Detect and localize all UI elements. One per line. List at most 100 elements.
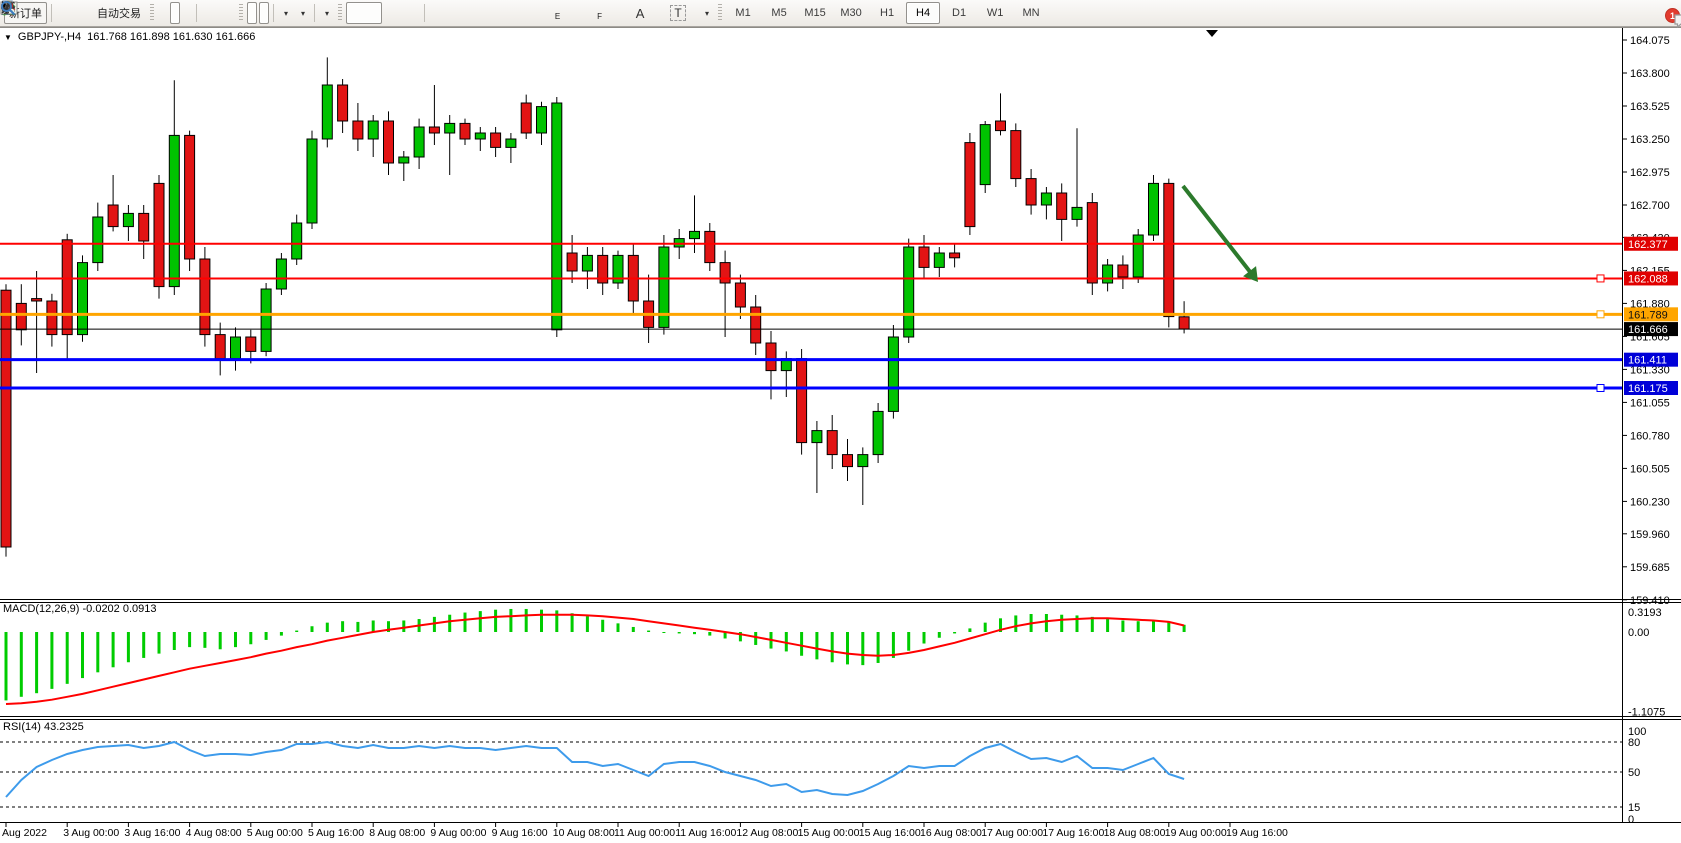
chevron-down-icon: ▾ <box>301 9 305 18</box>
toolbar-separator <box>196 4 197 22</box>
line-handle-162.088[interactable] <box>1597 275 1604 282</box>
macd-histogram-bar <box>356 622 359 632</box>
macd-histogram-bar <box>448 615 451 632</box>
candle-bear <box>751 307 761 343</box>
label-tool-button[interactable]: T <box>659 2 697 24</box>
toolbar-grip[interactable] <box>150 4 154 22</box>
time-axis-label: 16 Aug 08:00 <box>920 827 982 839</box>
autotrade-button[interactable]: 自动交易 <box>92 2 146 24</box>
timeframe-D1[interactable]: D1 <box>942 2 976 24</box>
periods-button[interactable]: ▾ <box>295 2 310 24</box>
toolbar-grip[interactable] <box>718 4 722 22</box>
candle-bear <box>154 183 164 286</box>
line-chart-button[interactable] <box>182 2 192 24</box>
time-axis-label: 10 Aug 08:00 <box>553 827 615 839</box>
zoom-out-button[interactable] <box>213 2 223 24</box>
candle-bear <box>797 359 807 443</box>
timeframe-group: M1M5M15M30H1H4D1W1MN <box>725 2 1049 24</box>
fibonacci-tool-sub-label: F <box>597 12 602 21</box>
candle-bull <box>78 263 88 335</box>
timeframe-M1[interactable]: M1 <box>726 2 760 24</box>
timeframe-M30[interactable]: M30 <box>834 2 868 24</box>
macd-name: MACD(12,26,9) <box>3 603 79 615</box>
zoom-in-button[interactable] <box>201 2 211 24</box>
crosshair-tool-button[interactable] <box>384 2 420 24</box>
rsi-value: 43.2325 <box>44 721 84 733</box>
candle-bear <box>384 121 394 163</box>
candle-bull <box>1041 193 1051 205</box>
auto-scroll-button[interactable] <box>247 2 257 24</box>
macd-histogram-bar <box>555 610 558 632</box>
candle-bull <box>307 139 317 223</box>
line-handle-161.175[interactable] <box>1597 385 1604 392</box>
indicators-button[interactable]: ▾ <box>319 2 334 24</box>
candle-bear <box>735 283 745 307</box>
timeframe-M15[interactable]: M15 <box>798 2 832 24</box>
text-tool-button[interactable]: A <box>623 2 657 24</box>
price-axis-label: 164.075 <box>1630 35 1670 47</box>
line-handle-161.789[interactable] <box>1597 311 1604 318</box>
timeframe-MN[interactable]: MN <box>1014 2 1048 24</box>
timeframe-H4[interactable]: H4 <box>906 2 940 24</box>
macd-histogram-bar <box>815 632 818 659</box>
macd-histogram-bar <box>326 623 329 632</box>
macd-values: -0.0202 0.0913 <box>82 603 156 615</box>
toolbar-grip[interactable] <box>338 4 342 22</box>
macd-histogram-bar <box>923 632 926 644</box>
arrows-tool-button[interactable]: ▾ <box>699 2 714 24</box>
candle-bear <box>1057 193 1067 219</box>
macd-histogram-bar <box>1152 620 1155 632</box>
toolbar-grip[interactable] <box>239 4 243 22</box>
macd-histogram-bar <box>693 632 696 634</box>
chart-canvas[interactable]: 164.075163.800163.525163.250162.975162.7… <box>0 0 1681 843</box>
macd-histogram-bar <box>1121 620 1124 632</box>
time-axis-label: 3 Aug 16:00 <box>124 827 180 839</box>
price-axis-label: 161.055 <box>1630 397 1670 409</box>
navigator-button[interactable] <box>68 2 78 24</box>
candle-bull <box>93 217 103 263</box>
macd-histogram-bar <box>494 610 497 632</box>
channel-tool-button[interactable]: E <box>539 2 579 24</box>
candle-bear <box>491 133 501 147</box>
horizontal-line-tool-button[interactable] <box>463 2 499 24</box>
macd-histogram-bar <box>402 620 405 632</box>
market-watch-button[interactable] <box>56 2 66 24</box>
trendline-tool-button[interactable] <box>501 2 537 24</box>
candle-bear <box>521 103 531 133</box>
candle-bear <box>843 455 853 467</box>
candle-bull <box>276 259 286 289</box>
candle-bull <box>475 133 485 139</box>
macd-histogram-bar <box>66 632 69 684</box>
macd-histogram-bar <box>127 632 130 662</box>
timeframe-W1[interactable]: W1 <box>978 2 1012 24</box>
macd-histogram-bar <box>632 627 635 632</box>
macd-axis-label: 0.3193 <box>1628 607 1662 619</box>
price-axis-label: 162.975 <box>1630 167 1670 179</box>
terminal-button[interactable] <box>80 2 90 24</box>
macd-histogram-bar <box>968 628 971 632</box>
macd-histogram-bar <box>846 632 849 664</box>
timeframe-M5[interactable]: M5 <box>762 2 796 24</box>
cursor-tool-button[interactable] <box>346 2 382 24</box>
channel-tool-sub-label: E <box>555 12 560 21</box>
toolbar-separator <box>314 4 315 22</box>
chevron-down-icon: ▾ <box>325 9 329 18</box>
fibonacci-tool-button[interactable]: F <box>581 2 621 24</box>
timeframe-H1[interactable]: H1 <box>870 2 904 24</box>
candle-bear <box>1164 183 1174 316</box>
price-axis-label: 163.800 <box>1630 68 1670 80</box>
chart-shift-button[interactable] <box>259 2 269 24</box>
macd-histogram-bar <box>219 632 222 649</box>
candle-bear <box>200 259 210 335</box>
vertical-line-tool-button[interactable] <box>429 2 461 24</box>
tile-windows-button[interactable] <box>225 2 235 24</box>
new-chart-button[interactable]: ▾ <box>278 2 293 24</box>
bar-chart-button[interactable] <box>158 2 168 24</box>
macd-histogram-bar <box>662 632 665 633</box>
search-icon[interactable] <box>0 0 16 16</box>
price-badge-value: 162.088 <box>1628 273 1668 285</box>
candle-bull <box>123 213 133 226</box>
candle-bull <box>582 255 592 271</box>
macd-histogram-bar <box>112 632 115 667</box>
candlestick-chart-button[interactable] <box>170 2 180 24</box>
